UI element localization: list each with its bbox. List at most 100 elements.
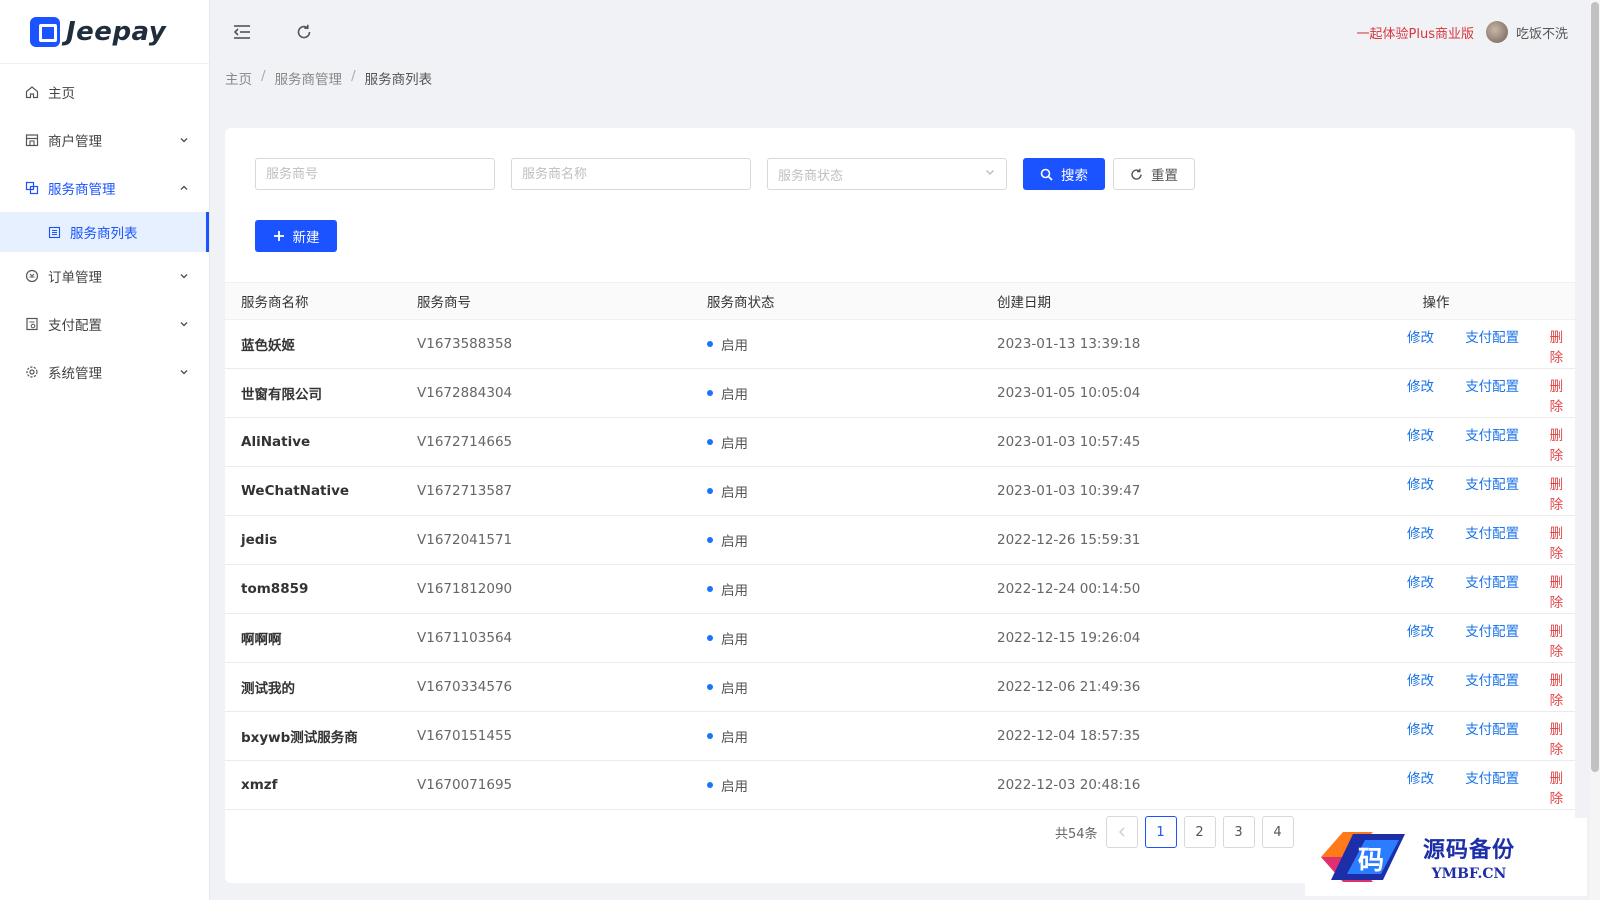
sidebar-item-system[interactable]: 系统管理 bbox=[0, 348, 209, 396]
pay-config-link[interactable]: 支付配置 bbox=[1465, 326, 1549, 366]
sidebar-item-orders[interactable]: 订单管理 bbox=[0, 252, 209, 300]
sidebar-item-label: 服务商列表 bbox=[70, 226, 138, 242]
status-text: 启用 bbox=[721, 338, 748, 354]
new-isv-button[interactable]: 新建 bbox=[255, 220, 337, 252]
edit-link[interactable]: 修改 bbox=[1407, 424, 1465, 464]
isv-name-cell: AliNative bbox=[241, 434, 311, 450]
created-at-cell: 2022-12-04 18:57:35 bbox=[997, 728, 1141, 744]
pay-config-link[interactable]: 支付配置 bbox=[1465, 620, 1549, 660]
prev-page-button[interactable] bbox=[1105, 816, 1138, 848]
pay-config-link[interactable]: 支付配置 bbox=[1465, 522, 1549, 562]
menu-fold-icon[interactable] bbox=[231, 21, 253, 43]
sidebar-item-label: 订单管理 bbox=[48, 270, 102, 286]
pay-config-link[interactable]: 支付配置 bbox=[1465, 767, 1549, 807]
sidebar-item-merchant[interactable]: 商户管理 bbox=[0, 116, 209, 164]
pay-config-link[interactable]: 支付配置 bbox=[1465, 669, 1549, 709]
scrollbar-thumb[interactable] bbox=[1591, 2, 1599, 772]
sidebar-item-home[interactable]: 主页 bbox=[0, 68, 209, 116]
isv-no-cell: V1670334576 bbox=[417, 679, 513, 695]
sidebar-item-payconfig[interactable]: 支付配置 bbox=[0, 300, 209, 348]
delete-link[interactable]: 删除 bbox=[1550, 473, 1575, 513]
pay-config-link[interactable]: 支付配置 bbox=[1465, 375, 1549, 415]
delete-link[interactable]: 删除 bbox=[1550, 571, 1575, 611]
status-dot-icon bbox=[707, 341, 713, 347]
reset-button[interactable]: 重置 bbox=[1113, 158, 1195, 190]
pay-config-link[interactable]: 支付配置 bbox=[1465, 718, 1549, 758]
status-text: 启用 bbox=[721, 534, 748, 550]
refresh-icon[interactable] bbox=[293, 21, 315, 43]
pay-config-link[interactable]: 支付配置 bbox=[1465, 473, 1549, 513]
edit-link[interactable]: 修改 bbox=[1407, 767, 1465, 807]
edit-link[interactable]: 修改 bbox=[1407, 522, 1465, 562]
plus-edition-link[interactable]: 一起体验Plus商业版 bbox=[1357, 23, 1474, 42]
isv-status-select[interactable]: 服务商状态 bbox=[767, 158, 1007, 190]
edit-link[interactable]: 修改 bbox=[1407, 326, 1465, 366]
watermark: 码 源码备份 YMBF.CN bbox=[1305, 818, 1587, 896]
breadcrumb-isv[interactable]: 服务商管理 bbox=[275, 68, 343, 88]
status-dot-icon bbox=[707, 586, 713, 592]
actions-cell: 修改 支付配置 删除 bbox=[1297, 371, 1575, 415]
created-at-cell: 2023-01-03 10:57:45 bbox=[997, 434, 1141, 450]
isv-no-cell: V1670151455 bbox=[417, 728, 513, 744]
logo[interactable]: Jeepay bbox=[0, 0, 209, 64]
page-3[interactable]: 3 bbox=[1222, 816, 1255, 848]
chevron-up-icon bbox=[179, 183, 189, 193]
delete-link[interactable]: 删除 bbox=[1550, 424, 1575, 464]
sidebar-item-isv-list[interactable]: 服务商列表 bbox=[0, 212, 209, 252]
isv-status-cell: 启用 bbox=[707, 726, 997, 746]
col-isv-status: 服务商状态 bbox=[707, 295, 775, 311]
isv-name-input[interactable] bbox=[511, 158, 751, 190]
table-row: jedis V1672041571 启用 2022-12-26 15:59:31 修改支… bbox=[225, 516, 1575, 565]
breadcrumb-home[interactable]: 主页 bbox=[225, 68, 252, 88]
delete-link[interactable]: 删除 bbox=[1550, 620, 1575, 660]
breadcrumb-separator: / bbox=[261, 68, 266, 84]
sidebar-item-isv[interactable]: 服务商管理 bbox=[0, 164, 209, 212]
chevron-down-icon bbox=[179, 271, 189, 281]
edit-link[interactable]: 修改 bbox=[1407, 718, 1465, 758]
sidebar-item-label: 支付配置 bbox=[48, 318, 102, 334]
page-4[interactable]: 4 bbox=[1261, 816, 1294, 848]
search-button[interactable]: 搜索 bbox=[1023, 158, 1105, 190]
delete-link[interactable]: 删除 bbox=[1550, 669, 1575, 709]
pay-config-link[interactable]: 支付配置 bbox=[1465, 571, 1549, 611]
page-scrollbar[interactable] bbox=[1590, 0, 1600, 900]
reload-icon bbox=[1130, 168, 1143, 181]
created-at-cell: 2023-01-13 13:39:18 bbox=[997, 336, 1141, 352]
avatar[interactable] bbox=[1485, 21, 1508, 43]
delete-link[interactable]: 删除 bbox=[1550, 522, 1575, 562]
username[interactable]: 吃饭不洗 bbox=[1516, 23, 1568, 42]
isv-status-cell: 启用 bbox=[707, 383, 997, 403]
sidebar-item-label: 主页 bbox=[48, 86, 75, 102]
edit-link[interactable]: 修改 bbox=[1407, 375, 1465, 415]
page-1[interactable]: 1 bbox=[1144, 816, 1177, 848]
pay-config-link[interactable]: 支付配置 bbox=[1465, 424, 1549, 464]
edit-link[interactable]: 修改 bbox=[1407, 669, 1465, 709]
table-row: 世窗有限公司 V1672884304 启用 2023-01-05 10:05:04 修改… bbox=[225, 369, 1575, 418]
status-text: 启用 bbox=[721, 632, 748, 648]
watermark-glyph: 码 bbox=[1358, 846, 1384, 876]
actions-cell: 修改 支付配置 删除 bbox=[1297, 420, 1575, 464]
delete-link[interactable]: 删除 bbox=[1550, 375, 1575, 415]
delete-link[interactable]: 删除 bbox=[1550, 326, 1575, 366]
edit-link[interactable]: 修改 bbox=[1407, 620, 1465, 660]
filter-bar: 服务商状态 搜索 重置 bbox=[255, 158, 1195, 190]
delete-link[interactable]: 删除 bbox=[1550, 718, 1575, 758]
isv-no-input[interactable] bbox=[255, 158, 495, 190]
created-at-cell: 2022-12-26 15:59:31 bbox=[997, 532, 1141, 548]
edit-link[interactable]: 修改 bbox=[1407, 571, 1465, 611]
status-dot-icon bbox=[707, 733, 713, 739]
edit-link[interactable]: 修改 bbox=[1407, 473, 1465, 513]
col-isv-name: 服务商名称 bbox=[241, 295, 309, 311]
shop-icon bbox=[24, 132, 40, 148]
created-at-cell: 2022-12-03 20:48:16 bbox=[997, 777, 1141, 793]
table-header: 服务商名称 服务商号 服务商状态 创建日期 操作 bbox=[225, 282, 1575, 320]
status-dot-icon bbox=[707, 782, 713, 788]
table-row: xmzf V1670071695 启用 2022-12-03 20:48:16 修改 支付… bbox=[225, 761, 1575, 810]
page-2[interactable]: 2 bbox=[1183, 816, 1216, 848]
logo-mark-icon bbox=[30, 16, 60, 47]
table-row: AliNative V1672714665 启用 2023-01-03 10:57:4… bbox=[225, 418, 1575, 467]
delete-link[interactable]: 删除 bbox=[1550, 767, 1575, 807]
created-at-cell: 2023-01-03 10:39:47 bbox=[997, 483, 1141, 499]
isv-name-cell: 测试我的 bbox=[241, 681, 295, 697]
status-text: 启用 bbox=[721, 681, 748, 697]
